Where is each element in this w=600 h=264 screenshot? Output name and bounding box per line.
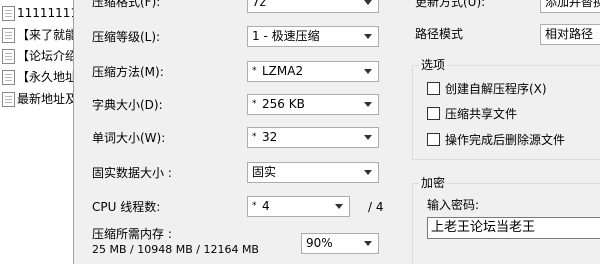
chevron-down-icon: [364, 102, 372, 107]
chevron-down-icon: [364, 69, 372, 74]
chevron-down-icon: [364, 34, 372, 39]
file-icon: [2, 28, 15, 43]
asterisk-icon: *: [252, 66, 257, 76]
compression-level-value: 1 - 极速压缩: [252, 29, 320, 43]
asterisk-icon: *: [252, 201, 257, 211]
password-label: 输入密码:: [427, 198, 480, 212]
file-icon: [2, 70, 15, 85]
file-list-item[interactable]: 【来了就能: [0, 24, 74, 46]
memory-usage-select[interactable]: 90%: [301, 233, 379, 254]
memory-usage-value: 90%: [306, 236, 333, 250]
file-icon: [2, 49, 15, 64]
archive-format-select[interactable]: 7z: [247, 0, 379, 13]
file-name: 【来了就能: [17, 28, 74, 42]
delete-after-checkbox[interactable]: [427, 133, 440, 146]
cpu-threads-label: CPU 线程数:: [92, 200, 161, 214]
file-name: 【永久地址: [17, 70, 74, 84]
cpu-threads-select[interactable]: * 4: [247, 196, 350, 217]
memory-usage-label: 压缩所需内存 :: [92, 227, 172, 241]
archive-format-value: 7z: [252, 0, 266, 9]
compression-method-value: LZMA2: [262, 64, 304, 78]
word-size-label: 单词大小(W):: [92, 131, 166, 145]
dictionary-size-value: 256 KB: [262, 97, 305, 111]
file-list-panel: 11111111 【来了就能 【论坛介绍 【永久地址 最新地址及: [0, 0, 74, 264]
options-group-title: 选项: [419, 58, 448, 72]
chevron-down-icon: [364, 170, 372, 175]
dictionary-size-label: 字典大小(D):: [92, 98, 163, 112]
compression-level-label: 压缩等级(L):: [92, 30, 161, 44]
compression-level-select[interactable]: 1 - 极速压缩: [247, 26, 379, 47]
cpu-threads-max: / 4: [368, 200, 384, 214]
path-mode-label: 路径模式: [415, 27, 464, 41]
update-mode-select[interactable]: 添加并替换: [540, 0, 600, 13]
file-icon: [2, 6, 15, 21]
delete-after-label: 操作完成后删除源文件: [445, 133, 566, 147]
cpu-threads-value: 4: [262, 199, 270, 213]
update-mode-label: 更新方式(U):: [415, 0, 486, 9]
update-mode-value: 添加并替换: [545, 0, 600, 9]
file-name: 最新地址及: [17, 92, 74, 106]
asterisk-icon: *: [252, 132, 257, 142]
archive-format-label: 压缩格式(F):: [92, 0, 161, 9]
file-name: 【论坛介绍: [17, 49, 74, 63]
path-mode-value: 相对路径: [545, 27, 594, 41]
file-list-item[interactable]: 最新地址及: [0, 88, 74, 110]
password-input[interactable]: 上老王论坛当老王: [427, 217, 600, 239]
asterisk-icon: *: [252, 99, 257, 109]
file-name: 11111111: [17, 6, 74, 20]
compression-method-select[interactable]: * LZMA2: [247, 61, 379, 82]
create-sfx-label: 创建自解压程序(X): [445, 82, 547, 96]
solid-block-size-value: 固实: [252, 165, 277, 179]
word-size-value: 32: [262, 130, 278, 144]
chevron-down-icon: [364, 135, 372, 140]
password-value: 上老王论坛当老王: [431, 220, 536, 235]
file-list-item[interactable]: 【论坛介绍: [0, 45, 74, 67]
dictionary-size-select[interactable]: * 256 KB: [247, 94, 379, 115]
solid-block-size-select[interactable]: 固实: [247, 162, 379, 183]
solid-block-size-label: 固实数据大小 :: [92, 166, 172, 180]
encryption-group-title: 加密: [419, 176, 448, 190]
word-size-select[interactable]: * 32: [247, 127, 379, 148]
compression-method-label: 压缩方法(M):: [92, 65, 164, 79]
chevron-down-icon: [335, 204, 343, 209]
compress-shared-label: 压缩共享文件: [445, 107, 518, 121]
compress-shared-checkbox[interactable]: [427, 107, 440, 120]
memory-usage-detail: 25 MB / 10948 MB / 12164 MB: [92, 243, 259, 256]
file-list-item[interactable]: 【永久地址: [0, 66, 74, 88]
chevron-down-icon: [364, 241, 372, 246]
chevron-down-icon: [364, 0, 372, 5]
file-list-item[interactable]: 11111111: [0, 2, 74, 24]
path-mode-select[interactable]: 相对路径: [540, 24, 600, 45]
create-sfx-checkbox[interactable]: [427, 82, 440, 95]
file-icon: [2, 92, 15, 107]
